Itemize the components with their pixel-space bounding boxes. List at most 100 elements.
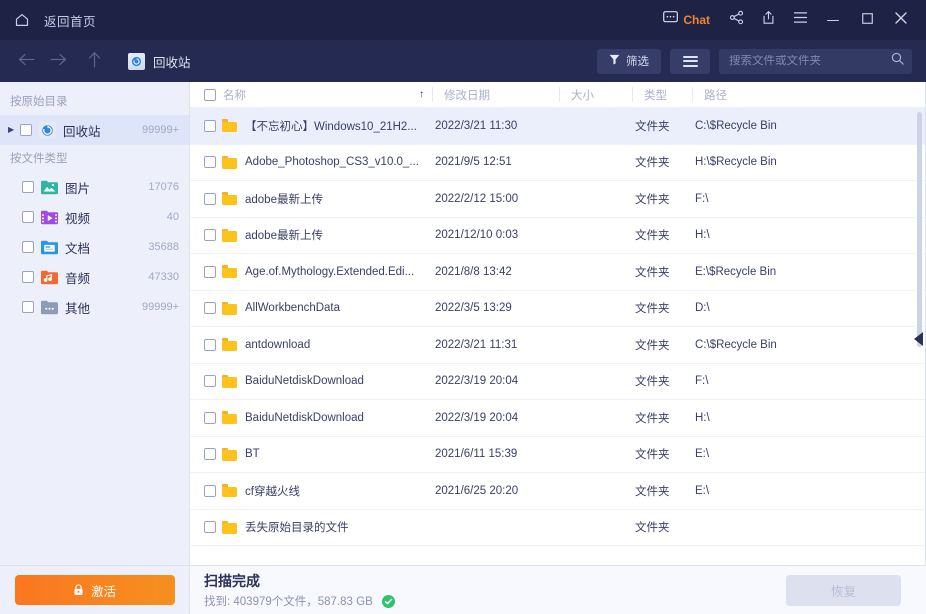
select-all-checkbox[interactable] bbox=[204, 88, 216, 101]
cell-path: H:\ bbox=[695, 229, 710, 242]
table-row[interactable]: 丢失原始目录的文件 文件夹 bbox=[190, 510, 925, 546]
row-checkbox[interactable] bbox=[204, 156, 216, 169]
collapse-panel-handle[interactable] bbox=[911, 330, 925, 348]
search-input[interactable] bbox=[729, 55, 891, 67]
cell-name: AllWorkbenchData bbox=[245, 302, 341, 315]
recover-label: 恢复 bbox=[830, 584, 856, 599]
activate-button[interactable]: 激活 bbox=[14, 575, 175, 605]
sidebar-checkbox[interactable] bbox=[20, 124, 32, 136]
folder-icon bbox=[222, 155, 237, 169]
cell-type: 文件夹 bbox=[635, 266, 670, 279]
sidebar-checkbox[interactable] bbox=[22, 211, 34, 223]
row-checkbox[interactable] bbox=[204, 338, 216, 351]
sidebar-item-label: 其他 bbox=[65, 301, 91, 316]
breadcrumb[interactable]: 回收站 bbox=[128, 52, 191, 71]
cell-type: 文件夹 bbox=[635, 230, 670, 243]
home-button[interactable]: 返回首页 bbox=[14, 11, 96, 30]
cell-name: antdownload bbox=[245, 338, 311, 351]
table-row[interactable]: BaiduNetdiskDownload 2022/3/19 20:04 文件夹 H:… bbox=[190, 400, 925, 437]
close-button[interactable] bbox=[884, 0, 918, 40]
table-row[interactable]: 【不忘初心】Windows10_21H2... 2022/3/21 11:30 文件… bbox=[190, 108, 925, 145]
sidebar-item-audio[interactable]: 音频 47330 bbox=[0, 262, 189, 292]
audio-folder-icon bbox=[41, 269, 58, 286]
status-bar: 激活 扫描完成 找到: 403979个文件，587.83 GB 恢复 bbox=[0, 565, 926, 614]
sidebar-item-label: 音频 bbox=[65, 271, 91, 286]
chat-label: Chat bbox=[683, 13, 710, 27]
column-header-path[interactable]: 路径 bbox=[692, 82, 925, 107]
row-checkbox[interactable] bbox=[204, 192, 216, 205]
sort-ascending-icon[interactable]: ↑ bbox=[419, 89, 432, 100]
sidebar-item-label: 图片 bbox=[65, 181, 91, 196]
hamburger-menu-icon bbox=[793, 11, 808, 29]
row-checkbox[interactable] bbox=[204, 375, 216, 388]
sidebar-checkbox[interactable] bbox=[22, 241, 34, 253]
activate-label: 激活 bbox=[90, 584, 116, 599]
table-row[interactable]: adobe最新上传 2021/12/10 0:03 文件夹 H:\ bbox=[190, 218, 925, 254]
sidebar-checkbox[interactable] bbox=[22, 301, 34, 313]
scan-status: 扫描完成 找到: 403979个文件，587.83 GB bbox=[190, 571, 786, 609]
cell-name: adobe最新上传 bbox=[245, 230, 323, 243]
minimize-button[interactable]: — bbox=[816, 0, 850, 40]
row-checkbox[interactable] bbox=[204, 229, 216, 242]
home-icon bbox=[14, 12, 30, 28]
menu-button[interactable] bbox=[784, 0, 816, 40]
row-checkbox[interactable] bbox=[204, 411, 216, 424]
forward-button[interactable] bbox=[44, 47, 72, 75]
row-checkbox[interactable] bbox=[204, 448, 216, 461]
scan-status-text: 找到: 403979个文件，587.83 GB bbox=[204, 596, 373, 608]
folder-icon bbox=[222, 484, 237, 498]
folder-icon bbox=[222, 192, 237, 206]
vertical-scrollbar[interactable] bbox=[917, 112, 922, 347]
sidebar-group-original-directory: 按原始目录 bbox=[10, 96, 68, 108]
row-checkbox[interactable] bbox=[204, 265, 216, 278]
row-checkbox[interactable] bbox=[204, 119, 216, 132]
view-mode-button[interactable] bbox=[670, 48, 710, 74]
sidebar-item-count: 40 bbox=[166, 211, 179, 223]
table-row[interactable]: adobe最新上传 2022/2/12 15:00 文件夹 F:\ bbox=[190, 181, 925, 218]
cell-name: Adobe_Photoshop_CS3_v10.0_... bbox=[245, 156, 419, 169]
sidebar-item-documents[interactable]: 文档 35688 bbox=[0, 232, 189, 262]
cell-type: 文件夹 bbox=[635, 412, 670, 425]
image-folder-icon bbox=[41, 179, 58, 196]
export-button[interactable] bbox=[752, 0, 784, 40]
table-row[interactable]: Adobe_Photoshop_CS3_v10.0_... 2021/9/5 12… bbox=[190, 145, 925, 181]
cell-path: D:\ bbox=[695, 302, 710, 315]
table-row[interactable]: AllWorkbenchData 2022/3/5 13:29 文件夹 D:\ bbox=[190, 291, 925, 327]
search-icon[interactable] bbox=[891, 52, 904, 70]
cell-path: F:\ bbox=[695, 375, 709, 388]
column-header-date[interactable]: 修改日期 bbox=[432, 82, 559, 107]
table-row[interactable]: cf穿越火线 2021/6/25 20:20 文件夹 E:\ bbox=[190, 473, 925, 510]
table-row[interactable]: antdownload 2022/3/21 11:31 文件夹 C:\$Recycle… bbox=[190, 327, 925, 364]
sidebar-item-images[interactable]: 图片 17076 bbox=[0, 172, 189, 202]
sidebar-item-videos[interactable]: 视频 40 bbox=[0, 202, 189, 232]
folder-icon bbox=[222, 119, 237, 133]
folder-icon bbox=[222, 228, 237, 242]
up-button[interactable] bbox=[80, 47, 108, 75]
sidebar: 按原始目录 ▶ 回收站 99999+ 按文件类型 图片 17076 视频 40 … bbox=[0, 82, 190, 565]
file-list-header: 名称 ↑ 修改日期 大小 类型 路径 bbox=[190, 82, 925, 108]
recover-button[interactable]: 恢复 bbox=[786, 574, 901, 606]
chevron-right-icon[interactable]: ▶ bbox=[8, 126, 20, 134]
maximize-button[interactable] bbox=[850, 0, 884, 40]
sidebar-checkbox[interactable] bbox=[22, 271, 34, 283]
cell-path: C:\$Recycle Bin bbox=[695, 338, 777, 351]
sidebar-item-recycle-bin[interactable]: ▶ 回收站 99999+ bbox=[0, 115, 189, 145]
table-row[interactable]: Age.of.Mythology.Extended.Edi... 2021/8/8… bbox=[190, 254, 925, 291]
row-checkbox[interactable] bbox=[204, 521, 216, 534]
row-checkbox[interactable] bbox=[204, 302, 216, 315]
table-row[interactable]: BT 2021/6/11 15:39 文件夹 E:\ bbox=[190, 437, 925, 473]
chat-button[interactable]: Chat bbox=[657, 0, 720, 40]
cell-name: Age.of.Mythology.Extended.Edi... bbox=[245, 265, 415, 278]
triangle-left-icon bbox=[913, 332, 923, 346]
back-button[interactable] bbox=[12, 47, 40, 75]
column-header-size[interactable]: 大小 bbox=[559, 82, 632, 107]
share-button[interactable] bbox=[720, 0, 752, 40]
row-checkbox[interactable] bbox=[204, 484, 216, 497]
filter-button[interactable]: 筛选 bbox=[597, 48, 661, 74]
search-box[interactable] bbox=[719, 48, 912, 74]
sidebar-checkbox[interactable] bbox=[22, 181, 34, 193]
table-row[interactable]: BaiduNetdiskDownload 2022/3/19 20:04 文件夹 F:… bbox=[190, 364, 925, 400]
column-header-type[interactable]: 类型 bbox=[632, 82, 692, 107]
sidebar-item-others[interactable]: 其他 99999+ bbox=[0, 292, 189, 322]
column-header-name[interactable]: 名称 ↑ bbox=[223, 82, 432, 107]
